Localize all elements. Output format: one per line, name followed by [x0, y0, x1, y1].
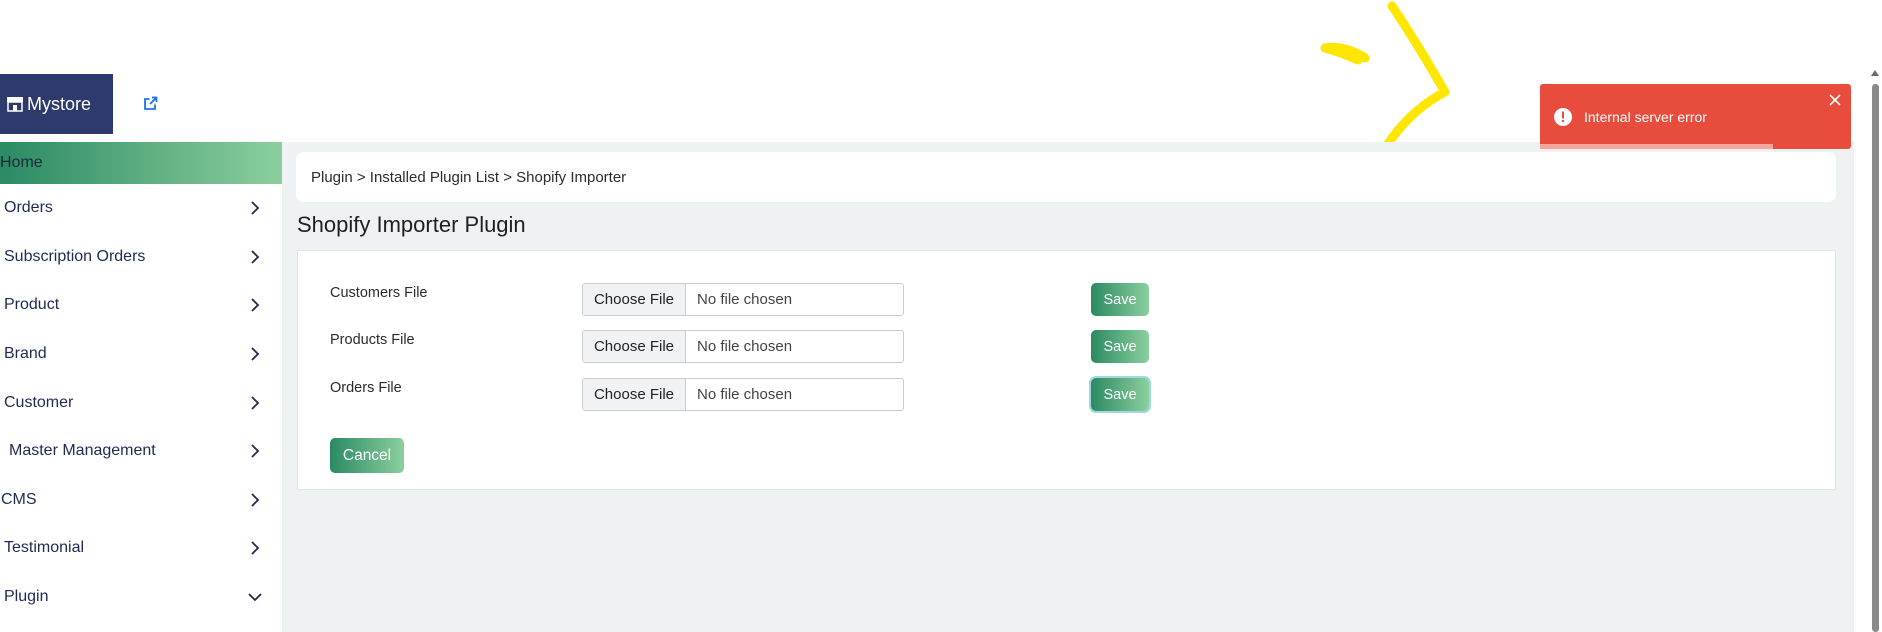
breadcrumb-text: Plugin > Installed Plugin List > Shopify… — [311, 168, 627, 186]
products-file-input[interactable]: Choose File No file chosen — [582, 330, 904, 363]
sidebar-item-label: Brand — [4, 345, 47, 363]
main-content: Plugin > Installed Plugin List > Shopify… — [282, 142, 1854, 632]
orders-file-input[interactable]: Choose File No file chosen — [582, 378, 904, 411]
import-form-card: Customers File Choose File No file chose… — [297, 250, 1836, 490]
file-status-text: No file chosen — [697, 386, 793, 403]
sidebar-item-label: Subscription Orders — [4, 247, 146, 265]
file-status-text: No file chosen — [697, 291, 793, 308]
sidebar-item-brand[interactable]: Brand — [0, 330, 282, 379]
customers-file-label: Customers File — [330, 285, 428, 301]
sidebar-item-subscription-orders[interactable]: Subscription Orders — [0, 233, 282, 282]
choose-file-button[interactable]: Choose File — [583, 379, 686, 410]
error-circle-icon — [1554, 107, 1572, 126]
sidebar-item-product[interactable]: Product — [0, 281, 282, 330]
storefront-icon — [7, 97, 23, 112]
toast-message: Internal server error — [1584, 108, 1707, 125]
products-file-label: Products File — [330, 332, 415, 348]
app-root: { "brand": { "logo_text": "Mystore", "ex… — [0, 0, 1882, 632]
sidebar-item-customer[interactable]: Customer — [0, 378, 282, 427]
orders-file-label: Orders File — [330, 380, 402, 396]
chevron-down-icon — [248, 593, 262, 602]
chevron-right-icon — [251, 201, 260, 215]
customers-file-input[interactable]: Choose File No file chosen — [582, 283, 904, 316]
chevron-right-icon — [251, 347, 260, 361]
breadcrumb: Plugin > Installed Plugin List > Shopify… — [296, 152, 1836, 202]
chevron-right-icon — [251, 541, 260, 556]
page-title: Shopify Importer Plugin — [297, 212, 526, 237]
sidebar-item-cms[interactable]: CMS — [0, 476, 282, 525]
sidebar-item-label: Product — [4, 296, 60, 314]
choose-file-button[interactable]: Choose File — [583, 284, 686, 315]
chevron-right-icon — [251, 250, 260, 264]
close-icon[interactable] — [1829, 94, 1841, 106]
cancel-button[interactable]: Cancel — [330, 438, 404, 473]
file-status-text: No file chosen — [697, 338, 793, 355]
sidebar: Home Orders Subscription Orders Product … — [0, 142, 282, 632]
save-customers-button[interactable]: Save — [1091, 283, 1149, 316]
sidebar-item-orders[interactable]: Orders — [0, 184, 282, 233]
annotation-scribble — [1320, 1, 1450, 153]
store-logo[interactable]: Mystore — [0, 74, 113, 134]
scroll-thumb[interactable] — [1872, 84, 1879, 632]
scroll-up-icon[interactable] — [1871, 70, 1879, 76]
sidebar-item-label: Orders — [4, 199, 53, 217]
save-orders-button[interactable]: Save — [1091, 378, 1149, 411]
external-link-icon[interactable] — [142, 95, 159, 112]
chevron-right-icon — [251, 493, 260, 507]
sidebar-item-label: Plugin — [4, 588, 49, 606]
error-toast: Internal server error — [1540, 84, 1851, 149]
sidebar-item-testimonial[interactable]: Testimonial — [0, 524, 282, 573]
save-products-button[interactable]: Save — [1091, 330, 1149, 363]
sidebar-item-plugin[interactable]: Plugin — [0, 573, 282, 622]
sidebar-item-master-management[interactable]: Master Management — [0, 427, 282, 476]
page-scrollbar[interactable] — [1868, 68, 1882, 632]
chevron-right-icon — [251, 298, 260, 313]
sidebar-item-label: Testimonial — [4, 539, 85, 557]
sidebar-item-label: CMS — [1, 490, 37, 508]
logo-text: Mystore — [27, 93, 92, 114]
sidebar-item-label: Home — [0, 154, 43, 171]
sidebar-item-label: Master Management — [9, 442, 156, 460]
chevron-right-icon — [251, 396, 260, 410]
toast-progress-bar — [1540, 144, 1773, 149]
choose-file-button[interactable]: Choose File — [583, 331, 686, 362]
sidebar-item-home[interactable]: Home — [0, 142, 282, 184]
chevron-right-icon — [251, 444, 260, 458]
sidebar-item-label: Customer — [4, 393, 74, 411]
